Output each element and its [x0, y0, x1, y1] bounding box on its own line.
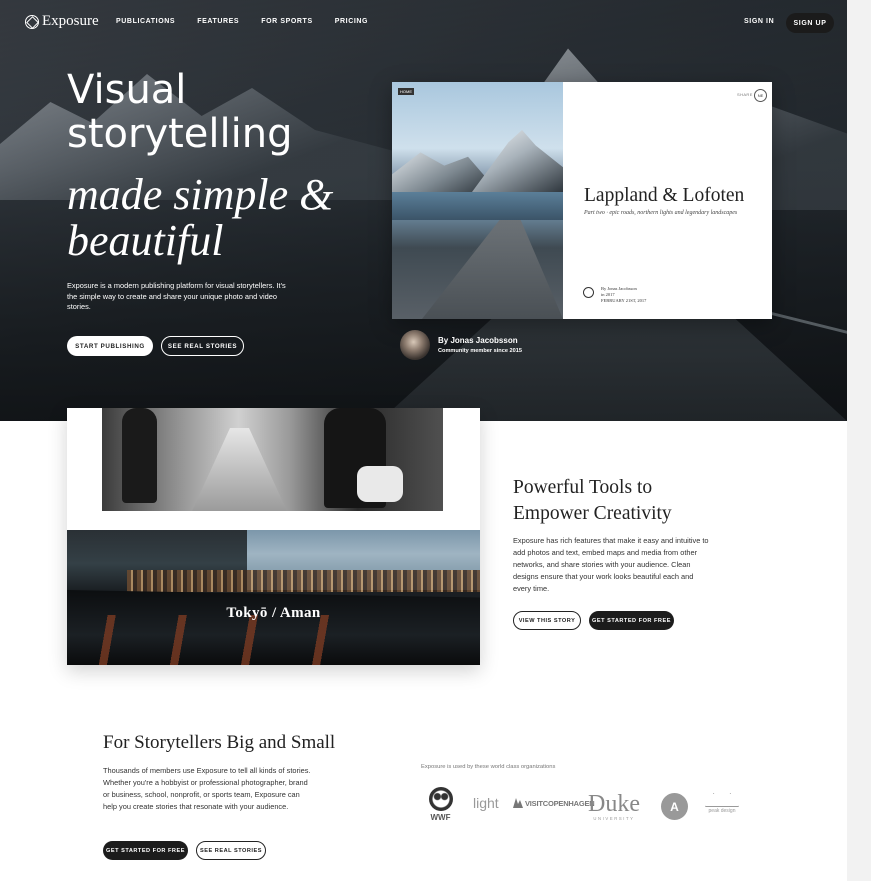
- wwf-logo: WWF: [427, 787, 454, 825]
- start-publishing-button[interactable]: START PUBLISHING: [67, 336, 153, 356]
- story-cover-photo: HOME: [392, 82, 563, 319]
- peak-design-logo-text: peak design: [708, 808, 736, 814]
- section-tools-title-line2: Empower Creativity: [513, 503, 672, 524]
- nav-links: PUBLICATIONS FEATURES FOR SPORTS PRICING: [116, 18, 368, 25]
- nav-link-publications[interactable]: PUBLICATIONS: [116, 18, 175, 25]
- bar-stools: [67, 615, 367, 665]
- nav-link-pricing[interactable]: PRICING: [335, 18, 368, 25]
- top-nav: Exposure PUBLICATIONS FEATURES FOR SPORT…: [0, 0, 847, 46]
- sign-up-button[interactable]: SIGN UP: [786, 13, 834, 33]
- street-person-left: [122, 408, 157, 503]
- cover-water: [392, 192, 563, 220]
- story-byline: By Jonas Jacobsson in 2017 FEBRUARY 21ST…: [601, 286, 646, 304]
- cover-road: [422, 220, 563, 319]
- wwf-logo-text: WWF: [430, 813, 451, 822]
- hero-section: Exposure PUBLICATIONS FEATURES FOR SPORT…: [0, 0, 847, 421]
- street-bag: [357, 466, 403, 502]
- hero-description: Exposure is a modern publishing platform…: [67, 281, 286, 311]
- cover-mountain-peak: [472, 130, 563, 192]
- section-tools-title-line1: Powerful Tools to: [513, 477, 653, 498]
- logo-text: Exposure: [42, 13, 99, 29]
- nav-link-for-sports[interactable]: FOR SPORTS: [261, 18, 313, 25]
- author-member-since: Community member since 2015: [438, 348, 522, 354]
- get-started-button[interactable]: GET STARTED FOR FREE: [589, 611, 674, 630]
- story-badge-icon: NE: [754, 89, 767, 102]
- hero-headline-italic-line2: beautiful: [67, 216, 224, 265]
- tokyo-story-label: Tokyō / Aman: [226, 605, 321, 621]
- story-share-label[interactable]: SHARE: [737, 92, 753, 97]
- duke-logo-word: Duke: [588, 791, 640, 817]
- peak-design-logo: peak design: [702, 793, 742, 814]
- section-tools-description: Exposure has rich features that make it …: [513, 536, 709, 593]
- section-storytellers-title: For Storytellers Big and Small: [103, 732, 336, 753]
- duke-logo-sub: UNIVERSITY: [593, 816, 635, 821]
- author-monogram-icon: [583, 287, 594, 298]
- section-storytellers-description: Thousands of members use Exposure to tel…: [103, 766, 311, 811]
- story-byline-date: FEBRUARY 21ST, 2017: [601, 298, 647, 303]
- exposure-logo-icon: [25, 14, 39, 29]
- see-real-stories-bottom-button[interactable]: SEE REAL STORIES: [196, 841, 266, 860]
- nav-link-features[interactable]: FEATURES: [197, 18, 239, 25]
- author-name[interactable]: By Jonas Jacobsson: [438, 336, 518, 345]
- view-this-story-button[interactable]: VIEW THIS STORY: [513, 611, 581, 630]
- scrollbar-track[interactable]: [847, 0, 871, 881]
- peak-design-mark-icon: [705, 793, 739, 807]
- author-avatar[interactable]: [400, 330, 430, 360]
- story-subtitle: Part two · epic roads, northern lights a…: [584, 210, 738, 216]
- story-home-tag[interactable]: HOME: [398, 88, 414, 95]
- story-title: Lappland & Lofoten: [584, 185, 745, 206]
- get-started-bottom-button[interactable]: GET STARTED FOR FREE: [103, 841, 188, 860]
- light-logo: light: [473, 795, 499, 811]
- a-circle-logo: A: [661, 793, 688, 820]
- hero-headline: Visual storytelling: [67, 68, 293, 156]
- exposure-logo[interactable]: Exposure: [25, 13, 99, 30]
- hero-headline-italic: made simple & beautiful: [67, 172, 333, 264]
- organizations-caption: Exposure is used by these world class or…: [421, 764, 556, 770]
- tokyo-story-preview[interactable]: Tokyō / Aman: [67, 408, 480, 665]
- bar-photo: Tokyō / Aman: [67, 530, 480, 665]
- section-tools-title: Powerful Tools to Empower Creativity: [513, 475, 672, 527]
- visitcopenhagen-logo-text: VISITCOPENHAGEN: [525, 798, 595, 808]
- hero-headline-italic-line1: made simple &: [67, 170, 334, 219]
- cover-mountains-left: [392, 152, 487, 192]
- bar-bottle-shelf: [127, 570, 480, 592]
- panda-icon: [428, 787, 453, 811]
- featured-story-card[interactable]: HOME SHARE NE Lappland & Lofoten Part tw…: [392, 82, 772, 319]
- street-walkway: [192, 428, 287, 511]
- duke-logo: Duke UNIVERSITY: [588, 792, 640, 821]
- hero-headline-line1: Visual: [67, 67, 187, 113]
- visitcopenhagen-mark-icon: [513, 798, 523, 808]
- sign-in-link[interactable]: SIGN IN: [744, 18, 774, 25]
- visitcopenhagen-logo: VISITCOPENHAGEN: [513, 798, 595, 808]
- see-real-stories-button[interactable]: SEE REAL STORIES: [161, 336, 244, 356]
- street-photo: [102, 408, 443, 511]
- landing-page: Exposure PUBLICATIONS FEATURES FOR SPORT…: [0, 0, 847, 881]
- hero-headline-line2: storytelling: [67, 111, 293, 157]
